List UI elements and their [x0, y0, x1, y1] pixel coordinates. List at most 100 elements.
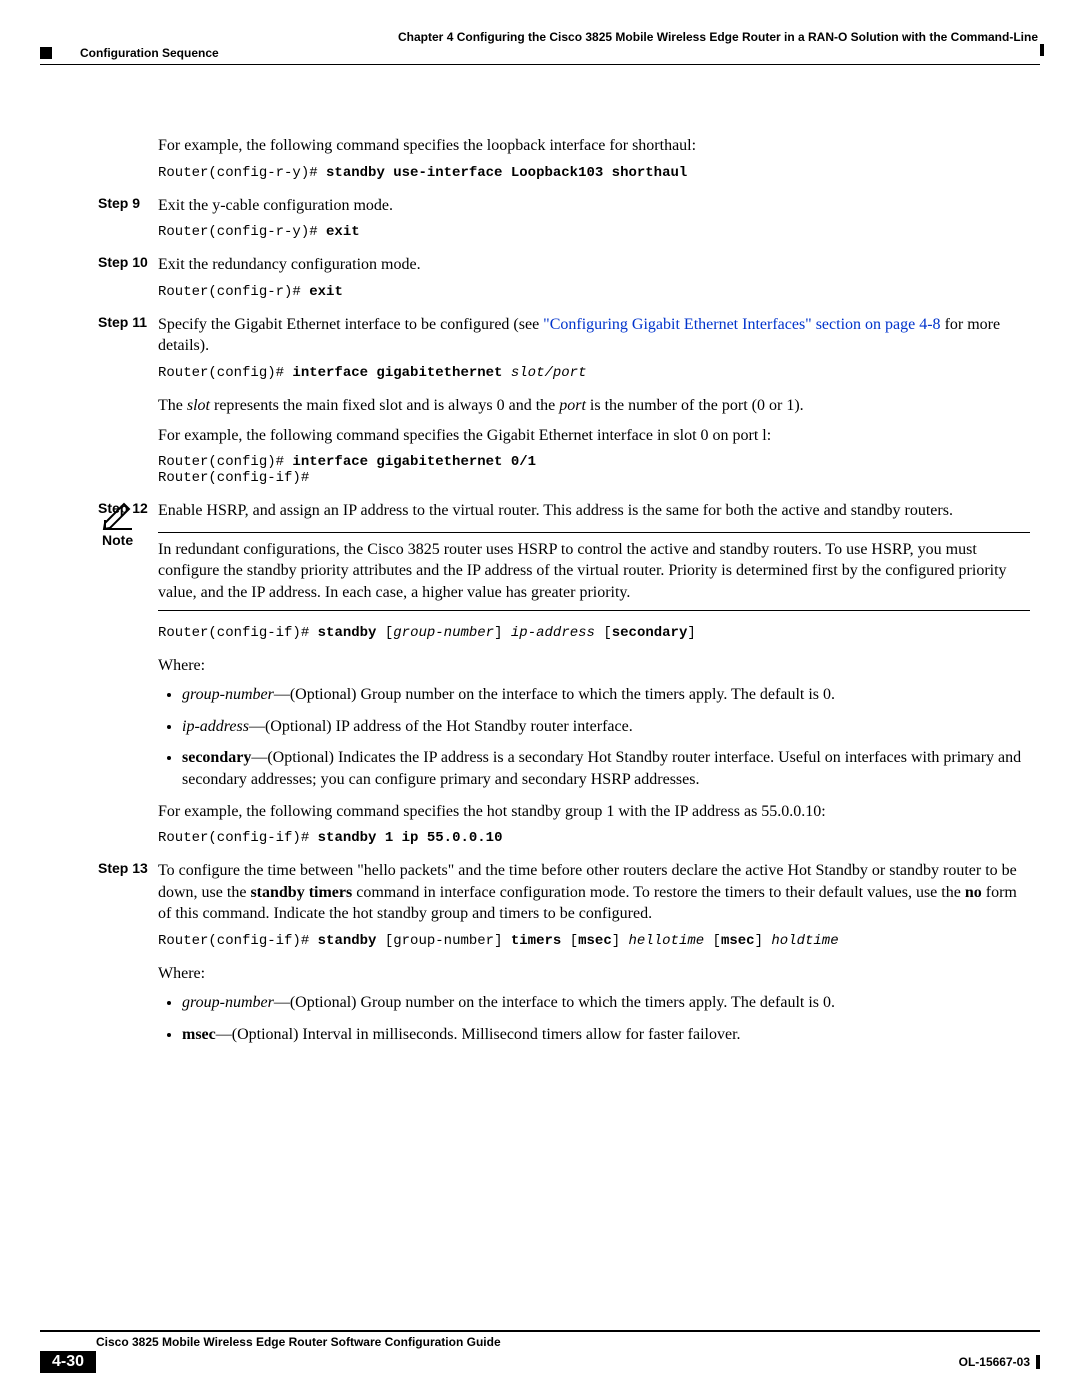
step-9: Step 9 Exit the y-cable configuration mo…: [158, 195, 1030, 241]
code-prompt: Router(config-if)#: [158, 933, 318, 949]
t: ]: [755, 933, 772, 949]
code-prompt: Router(config)#: [158, 365, 292, 381]
list-item: group-number—(Optional) Group number on …: [182, 992, 1030, 1014]
code-prompt: Router(config-if)#: [158, 625, 318, 641]
step-code-1: Router(config)# interface gigabitetherne…: [158, 365, 1030, 381]
t: ]: [494, 625, 511, 641]
t: ]: [612, 933, 629, 949]
square-bullet-icon: [40, 47, 52, 59]
code-cmd: interface gigabitethernet: [292, 365, 510, 381]
content-body: For example, the following command speci…: [158, 135, 1030, 1046]
code-cmd: exit: [309, 284, 343, 300]
code-prompt: Router(config)#: [158, 454, 292, 470]
header-tick-icon: [1040, 44, 1044, 56]
t: represents the main fixed slot and is al…: [210, 397, 559, 414]
note-label: Note: [102, 532, 133, 548]
xref-link[interactable]: "Configuring Gigabit Ethernet Interfaces…: [543, 316, 940, 333]
code-arg: slot/port: [511, 365, 587, 381]
step-label: Step 9: [98, 195, 140, 211]
term: ip-address: [182, 718, 249, 735]
desc: —(Optional) Group number on the interfac…: [274, 994, 835, 1011]
bullet-list: group-number—(Optional) Group number on …: [158, 992, 1030, 1045]
list-item: group-number—(Optional) Group number on …: [182, 684, 1030, 706]
t: ]: [687, 625, 695, 641]
page-footer: Cisco 3825 Mobile Wireless Edge Router S…: [40, 1330, 1040, 1373]
step-13: Step 13 To configure the time between "h…: [158, 860, 1030, 1046]
code-cmd: standby use-interface Loopback103 shorth…: [326, 165, 687, 181]
t: command in interface configuration mode.…: [352, 884, 965, 901]
code-cmd: timers: [511, 933, 561, 949]
chapter-title: Configuring the Cisco 3825 Mobile Wirele…: [457, 30, 1038, 44]
note-body: In redundant configurations, the Cisco 3…: [158, 532, 1030, 611]
code-arg: ip-address: [511, 625, 595, 641]
code-cmd: standby 1 ip 55.0.0.10: [318, 830, 503, 846]
slot-para: The slot represents the main fixed slot …: [158, 395, 1030, 417]
chapter-prefix: Chapter 4: [398, 30, 453, 44]
section-title: Configuration Sequence: [80, 46, 219, 60]
step-code: Router(config-r-y)# exit: [158, 224, 1030, 240]
example-para: For example, the following command speci…: [158, 801, 1030, 823]
desc: —(Optional) Group number on the interfac…: [274, 686, 835, 703]
bold-cmd: no: [965, 884, 982, 901]
list-item: secondary—(Optional) Indicates the IP ad…: [182, 747, 1030, 790]
desc: —(Optional) Indicates the IP address is …: [182, 749, 1021, 788]
term: group-number: [182, 686, 274, 703]
note-block: Note In redundant configurations, the Ci…: [158, 532, 1030, 611]
code-prompt: Router(config-if)#: [158, 830, 318, 846]
where-label: Where:: [158, 655, 1030, 677]
bullet-list: group-number—(Optional) Group number on …: [158, 684, 1030, 790]
desc: —(Optional) Interval in milliseconds. Mi…: [216, 1026, 741, 1043]
note-pencil-icon: [102, 500, 134, 530]
step-text: Specify the Gigabit Ethernet interface t…: [158, 314, 1030, 357]
step-code-2-l2: Router(config-if)#: [158, 470, 1030, 486]
step-label: Step 13: [98, 860, 148, 876]
intro-code: Router(config-r-y)# standby use-interfac…: [158, 165, 1030, 181]
step-text: Exit the redundancy configuration mode.: [158, 254, 1030, 276]
slot-word: slot: [187, 397, 210, 414]
code-cmd: standby: [318, 625, 377, 641]
t: The: [158, 397, 187, 414]
doc-id: OL-15667-03: [959, 1355, 1030, 1369]
code-prompt: Router(config-r-y)#: [158, 165, 326, 181]
step-code-2: Router(config-if)# standby 1 ip 55.0.0.1…: [158, 830, 1030, 846]
port-word: port: [559, 397, 586, 414]
step-label: Step 11: [98, 314, 147, 330]
term: secondary: [182, 749, 251, 766]
step-label: Step 10: [98, 254, 148, 270]
step-code: Router(config-r)# exit: [158, 284, 1030, 300]
code-cmd: secondary: [612, 625, 688, 641]
t: [: [704, 933, 721, 949]
step-12: Step 12 Enable HSRP, and assign an IP ad…: [158, 500, 1030, 846]
term: group-number: [182, 994, 274, 1011]
code-cmd: msec: [721, 933, 755, 949]
list-item: msec—(Optional) Interval in milliseconds…: [182, 1024, 1030, 1046]
code-prompt: Router(config-r-y)#: [158, 224, 326, 240]
t: [: [595, 625, 612, 641]
page-number: 4-30: [40, 1351, 96, 1373]
step-11: Step 11 Specify the Gigabit Ethernet int…: [158, 314, 1030, 486]
page: Chapter 4 Configuring the Cisco 3825 Mob…: [0, 0, 1080, 1397]
step-code-2-l1: Router(config)# interface gigabitetherne…: [158, 454, 1030, 470]
code-cmd: exit: [326, 224, 360, 240]
code-cmd: interface gigabitethernet 0/1: [292, 454, 536, 470]
section-line: Configuration Sequence: [40, 46, 1040, 60]
t: is the number of the port (0 or 1).: [586, 397, 804, 414]
step-text: Enable HSRP, and assign an IP address to…: [158, 500, 1030, 522]
code-prompt: Router(config-r)#: [158, 284, 309, 300]
code-cmd: standby: [318, 933, 377, 949]
term: msec: [182, 1026, 216, 1043]
chapter-line: Chapter 4 Configuring the Cisco 3825 Mob…: [40, 30, 1040, 44]
step-10: Step 10 Exit the redundancy configuratio…: [158, 254, 1030, 300]
t: [group-number]: [376, 933, 510, 949]
text-pre: Specify the Gigabit Ethernet interface t…: [158, 316, 543, 333]
list-item: ip-address—(Optional) IP address of the …: [182, 716, 1030, 738]
footer-tick-icon: [1036, 1355, 1040, 1369]
t: [: [376, 625, 393, 641]
step-text: To configure the time between "hello pac…: [158, 860, 1030, 925]
page-header: Chapter 4 Configuring the Cisco 3825 Mob…: [40, 30, 1040, 65]
where-label: Where:: [158, 963, 1030, 985]
t: [: [561, 933, 578, 949]
guide-title: Cisco 3825 Mobile Wireless Edge Router S…: [96, 1335, 501, 1349]
footer-guide-line: Cisco 3825 Mobile Wireless Edge Router S…: [40, 1330, 1040, 1349]
code-arg: holdtime: [771, 933, 838, 949]
